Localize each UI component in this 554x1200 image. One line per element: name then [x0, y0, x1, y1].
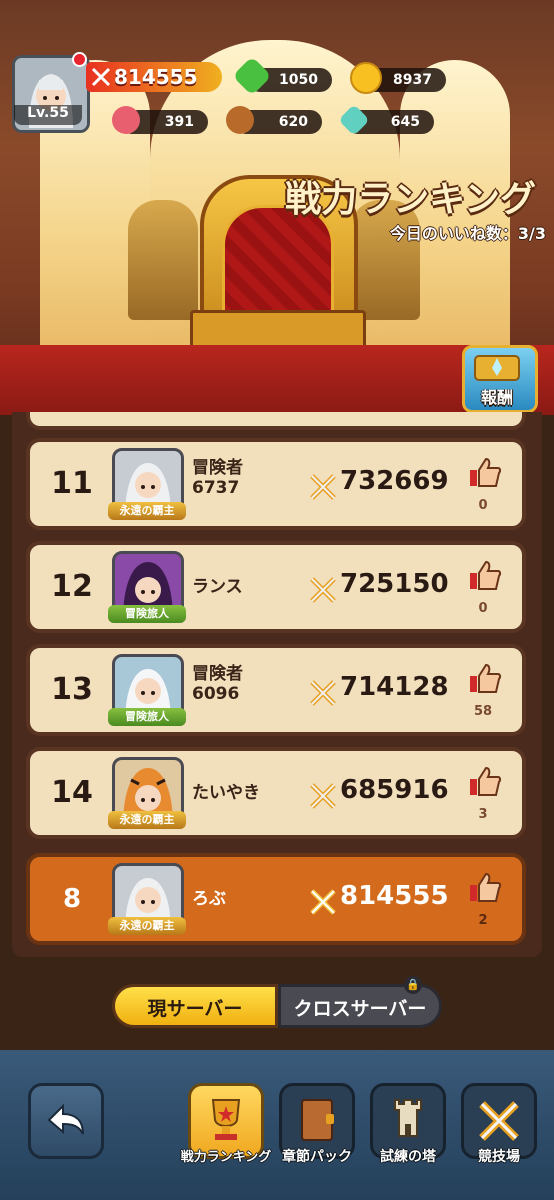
wood-value: 620: [278, 114, 308, 130]
ranking-row[interactable]: 12 冒険旅人 ランス 725150 0: [26, 541, 526, 633]
crossed-swords-icon: [310, 577, 336, 603]
like-count: 2: [478, 913, 488, 928]
title-badge: 冒険旅人: [108, 605, 186, 623]
player-name: 冒険者 6737: [192, 458, 243, 498]
player-level: Lv.55: [14, 105, 82, 125]
crossed-swords-icon: [310, 680, 336, 706]
nav-label: 試練の塔: [380, 1149, 436, 1165]
crossed-swords-icon: [310, 474, 336, 500]
player-name: ろぶ: [192, 889, 226, 909]
meat-value: 391: [164, 114, 194, 130]
ranking-row[interactable]: 14 永遠の覇主 たいやき 685916 3: [26, 747, 526, 839]
combat-power-value: 814555: [114, 65, 198, 89]
tab-current-server[interactable]: 現サーバー: [112, 984, 278, 1028]
list-row-partial: [26, 412, 526, 430]
statue-left: [128, 200, 198, 320]
likes-today-count: 今日のいいね数：3/3: [389, 224, 546, 243]
notification-dot: [72, 52, 87, 67]
like-thumb-icon[interactable]: [468, 456, 502, 490]
reward-label: 報酬: [480, 388, 513, 407]
player-name: 冒険者 6096: [192, 664, 243, 704]
crossed-swords-icon: [310, 889, 336, 915]
rank-number: 8: [62, 884, 82, 914]
player-name: ランス: [192, 577, 243, 597]
rank-number: 11: [51, 466, 93, 501]
like-count: 0: [478, 498, 488, 513]
gem-value: 1050: [279, 72, 318, 88]
crossed-swords-icon: [310, 783, 336, 809]
combat-power: 714128: [340, 672, 449, 702]
ranking-row[interactable]: 13 冒険旅人 冒険者 6096 714128 58: [26, 644, 526, 736]
like-thumb-icon[interactable]: [468, 765, 502, 799]
back-arrow-icon: [47, 1103, 84, 1135]
like-count: 0: [478, 601, 488, 616]
player-name: たいやき: [192, 783, 260, 803]
my-ranking-row[interactable]: 8 永遠の覇主 ろぶ 814555 2: [26, 853, 526, 945]
title-badge: 永遠の覇主: [108, 811, 186, 829]
rank-number: 12: [51, 569, 93, 604]
title-badge: 永遠の覇主: [108, 502, 186, 520]
throne-cushion: [222, 205, 334, 321]
crossed-swords-icon: [90, 66, 112, 88]
like-count: 3: [478, 807, 488, 822]
title-badge: 永遠の覇主: [108, 917, 186, 935]
like-count: 58: [473, 704, 493, 719]
combat-power: 732669: [340, 466, 449, 496]
coin-value: 8937: [393, 72, 432, 88]
page-title: 戦力ランキング: [285, 179, 536, 220]
lock-icon: 🔒: [404, 976, 422, 994]
wood-log-icon: [226, 106, 254, 134]
ranking-row[interactable]: 11 永遠の覇主 冒険者 6737 732669 0: [26, 438, 526, 530]
treasure-chest-icon: [474, 355, 520, 381]
crystal-value: 645: [390, 114, 420, 130]
like-thumb-icon[interactable]: [468, 871, 502, 905]
nav-label: 章節パック: [282, 1149, 352, 1165]
like-thumb-icon[interactable]: [468, 662, 502, 696]
combat-power: 814555: [340, 881, 449, 911]
back-button[interactable]: [28, 1083, 104, 1159]
rank-number: 13: [51, 672, 93, 707]
meat-icon: [112, 106, 140, 134]
title-badge: 冒険旅人: [108, 708, 186, 726]
like-thumb-icon[interactable]: [468, 559, 502, 593]
combat-power: 685916: [340, 775, 449, 805]
nav-label: 戦力ランキング: [180, 1150, 272, 1165]
gold-coin-icon: [350, 62, 382, 94]
rank-number: 14: [51, 775, 93, 810]
combat-power: 725150: [340, 569, 449, 599]
nav-label: 競技場: [478, 1149, 520, 1165]
